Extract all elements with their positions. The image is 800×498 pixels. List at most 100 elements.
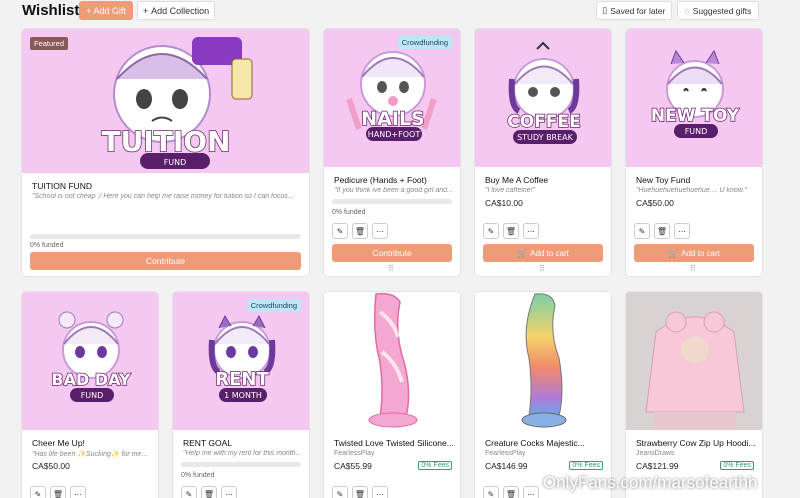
more-icon: ⋯ [376, 226, 384, 236]
card-title: New Toy Fund [636, 175, 691, 185]
pencil-icon: ✎ [487, 226, 495, 236]
card-title: Strawberry Cow Zip Up Hoodi... [636, 438, 756, 448]
card-image [324, 292, 460, 430]
drag-handle-icon[interactable]: ⠿ [388, 264, 394, 273]
more-icon: ⋯ [678, 226, 686, 236]
image-subcaption: STUDY BREAK [517, 133, 574, 142]
delete-button[interactable]: 🗑 [352, 223, 368, 239]
pencil-icon: ✎ [34, 489, 42, 498]
price: CA$121.99 [636, 461, 679, 471]
suggested-gifts-label: Suggested gifts [692, 5, 752, 16]
trash-icon: 🗑 [505, 226, 517, 236]
image-subcaption: HAND+FOOT [368, 130, 421, 139]
delete-button[interactable]: 🗑 [352, 486, 368, 498]
card-description: "If you think ive been a good girl and..… [334, 187, 453, 194]
funded-label: 0% funded [332, 209, 366, 216]
more-button[interactable]: ⋯ [523, 486, 539, 498]
delete-button[interactable]: 🗑 [50, 486, 66, 498]
wishlist-card-cheer-me-up[interactable]: BAD DAY FUND Cheer Me Up! "Has life been… [21, 291, 159, 498]
edit-button[interactable]: ✎ [483, 486, 499, 498]
pencil-icon: ✎ [185, 489, 193, 498]
image-subcaption: 1 MONTH [224, 391, 262, 400]
add-collection-button[interactable]: + Add Collection [137, 1, 215, 20]
drag-handle-icon[interactable]: ⠿ [539, 264, 545, 273]
more-button[interactable]: ⋯ [372, 486, 388, 498]
wishlist-card-coffee[interactable]: COFFEE STUDY BREAK Buy Me A Coffee "I lo… [474, 28, 612, 277]
card-image: NEW TOY FUND [626, 29, 762, 167]
more-icon: ⋯ [225, 489, 233, 498]
delete-button[interactable]: 🗑 [654, 223, 670, 239]
contribute-button[interactable]: Contribute [30, 252, 301, 270]
wishlist-card-tuition[interactable]: TUITION FUND Featured TUITION FUND "Scho… [21, 28, 310, 277]
funded-label: 0% funded [181, 472, 215, 479]
card-title: TUITION FUND [32, 181, 92, 191]
bookmark-icon: ▯ [602, 5, 608, 15]
trash-icon: 🗑 [52, 489, 64, 498]
lightbulb-icon: ◌ [684, 5, 690, 16]
wishlist-card-hoodie[interactable]: Strawberry Cow Zip Up Hoodi... JeansDraw… [625, 291, 763, 498]
trash-icon: 🗑 [505, 489, 517, 498]
suggested-gifts-button[interactable]: ◌ Suggested gifts [677, 1, 759, 20]
edit-button[interactable]: ✎ [634, 223, 650, 239]
image-caption: BAD DAY [51, 370, 131, 389]
add-gift-button[interactable]: + Add Gift [79, 1, 133, 20]
contribute-button[interactable]: Contribute [332, 244, 452, 262]
wishlist-card-twisted-love[interactable]: Twisted Love Twisted Silicone... Fearles… [323, 291, 461, 498]
funding-progress-bar [181, 462, 301, 467]
page-header: Wishlist + Add Gift + Add Collection ▯ Sav… [0, 0, 800, 24]
more-icon: ⋯ [74, 489, 82, 498]
delete-button[interactable]: 🗑 [503, 223, 519, 239]
card-image: BAD DAY FUND [22, 292, 158, 430]
wishlist-card-rent[interactable]: RENT 1 MONTH Crowdfunding RENT GOAL "Hel… [172, 291, 310, 498]
store-name: JeansDraws [636, 450, 675, 457]
trash-icon: 🗑 [354, 226, 366, 236]
edit-button[interactable]: ✎ [332, 486, 348, 498]
more-icon: ⋯ [527, 226, 535, 236]
image-subcaption: FUND [164, 158, 187, 167]
more-button[interactable]: ⋯ [372, 223, 388, 239]
more-button[interactable]: ⋯ [70, 486, 86, 498]
store-name: FearlessPlay [485, 450, 526, 457]
page-title: Wishlist [22, 2, 80, 19]
edit-button[interactable]: ✎ [332, 223, 348, 239]
image-subcaption: FUND [685, 127, 708, 136]
more-button[interactable]: ⋯ [221, 486, 237, 498]
pencil-icon: ✎ [336, 489, 344, 498]
card-title: Creature Cocks Majestic... [485, 438, 585, 448]
edit-button[interactable]: ✎ [181, 486, 197, 498]
price: CA$50.00 [636, 198, 674, 208]
cart-icon: 🛒 [668, 248, 679, 258]
price: CA$50.00 [32, 461, 70, 471]
image-subcaption: FUND [81, 391, 104, 400]
wishlist-card-new-toy[interactable]: NEW TOY FUND New Toy Fund "Huehuehuehueh… [625, 28, 763, 277]
add-to-cart-label: Add to cart [681, 248, 720, 258]
pencil-icon: ✎ [336, 226, 344, 236]
drag-handle-icon[interactable]: ⠿ [690, 264, 696, 273]
delete-button[interactable]: 🗑 [201, 486, 217, 498]
add-to-cart-button[interactable]: 🛒 Add to cart [483, 244, 603, 262]
crowdfunding-badge: Crowdfunding [246, 299, 301, 312]
add-to-cart-button[interactable]: 🛒 Add to cart [634, 244, 754, 262]
edit-button[interactable]: ✎ [30, 486, 46, 498]
edit-button[interactable]: ✎ [483, 223, 499, 239]
saved-for-later-button[interactable]: ▯ Saved for later [596, 1, 672, 20]
plus-icon: + [142, 5, 149, 16]
add-gift-label: + Add Gift [86, 5, 126, 16]
image-caption: NEW TOY [651, 106, 740, 126]
card-image: COFFEE STUDY BREAK [475, 29, 611, 167]
price: CA$146.99 [485, 461, 528, 471]
wishlist-card-creature-cocks[interactable]: Creature Cocks Majestic... FearlessPlay … [474, 291, 612, 498]
crowdfunding-badge: Crowdfunding [397, 36, 452, 49]
wishlist-card-pedicure[interactable]: NAILS HAND+FOOT Crowdfunding Pedicure (H… [323, 28, 461, 277]
delete-button[interactable]: 🗑 [503, 486, 519, 498]
more-button[interactable]: ⋯ [523, 223, 539, 239]
cart-icon: 🛒 [517, 248, 528, 258]
card-description: "Huehuehuehuehuehue.... U know." [636, 187, 747, 194]
image-caption: COFFEE [507, 112, 580, 132]
funding-progress-bar [30, 234, 301, 239]
card-title: Buy Me A Coffee [485, 175, 549, 185]
trash-icon: 🗑 [656, 226, 668, 236]
add-to-cart-label: Add to cart [530, 248, 569, 258]
more-button[interactable]: ⋯ [674, 223, 690, 239]
more-icon: ⋯ [527, 489, 535, 498]
